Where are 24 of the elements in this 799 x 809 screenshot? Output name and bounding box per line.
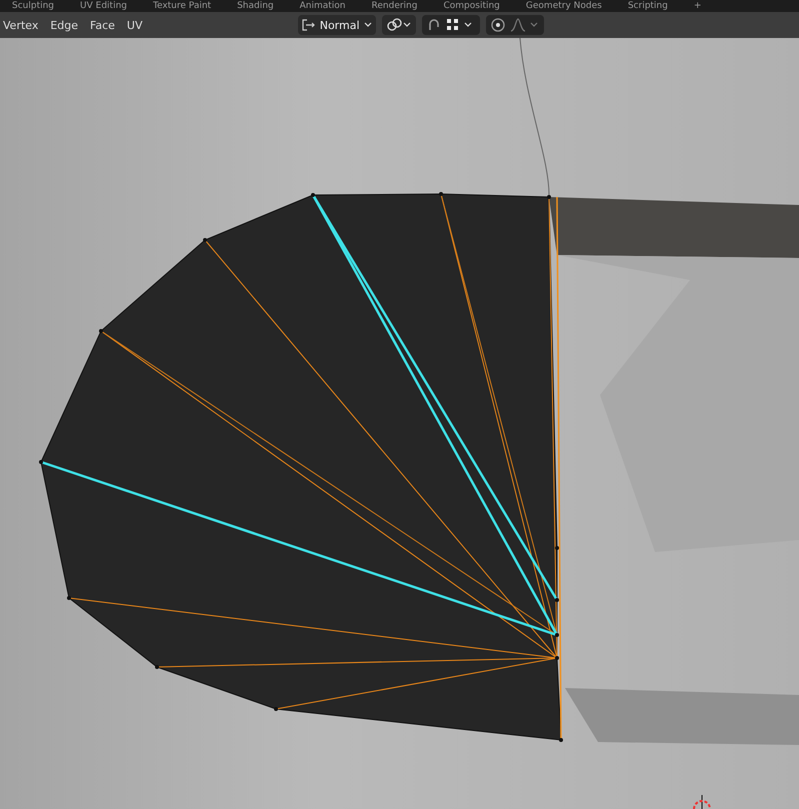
workspace-tab[interactable]: Compositing [443, 1, 500, 12]
workspace-tab[interactable]: Animation [300, 1, 346, 12]
target-icon[interactable] [490, 17, 506, 33]
header-menu[interactable]: Face [90, 18, 122, 32]
workspace-tab[interactable]: UV Editing [80, 1, 127, 12]
workspace-tab[interactable]: + [694, 1, 702, 12]
workspace-tab[interactable]: Geometry Nodes [526, 1, 602, 12]
header-menu[interactable]: Vertex [3, 18, 46, 32]
workspace-tab[interactable]: Scripting [628, 1, 668, 12]
workspace-tab[interactable]: Shading [237, 1, 274, 12]
header-menu[interactable]: UV [126, 18, 150, 32]
3d-cursor-icon [693, 794, 711, 809]
falloff-curve-icon[interactable] [510, 18, 540, 32]
selected-mesh-drawing[interactable] [39, 192, 563, 742]
workspace-tab[interactable]: Rendering [372, 1, 418, 12]
pivot-dropdown[interactable] [382, 15, 416, 35]
3d-viewport[interactable] [0, 38, 799, 809]
workspace-tab[interactable]: Sculpting [12, 1, 54, 12]
orientation-icon [302, 19, 316, 31]
workspace-tab[interactable]: Texture Paint [152, 1, 212, 12]
link-icon [386, 18, 412, 32]
header-menu[interactable]: Edge [50, 18, 86, 32]
transform-orientation-dropdown[interactable]: Normal [298, 15, 376, 35]
caret-icon [364, 22, 372, 28]
